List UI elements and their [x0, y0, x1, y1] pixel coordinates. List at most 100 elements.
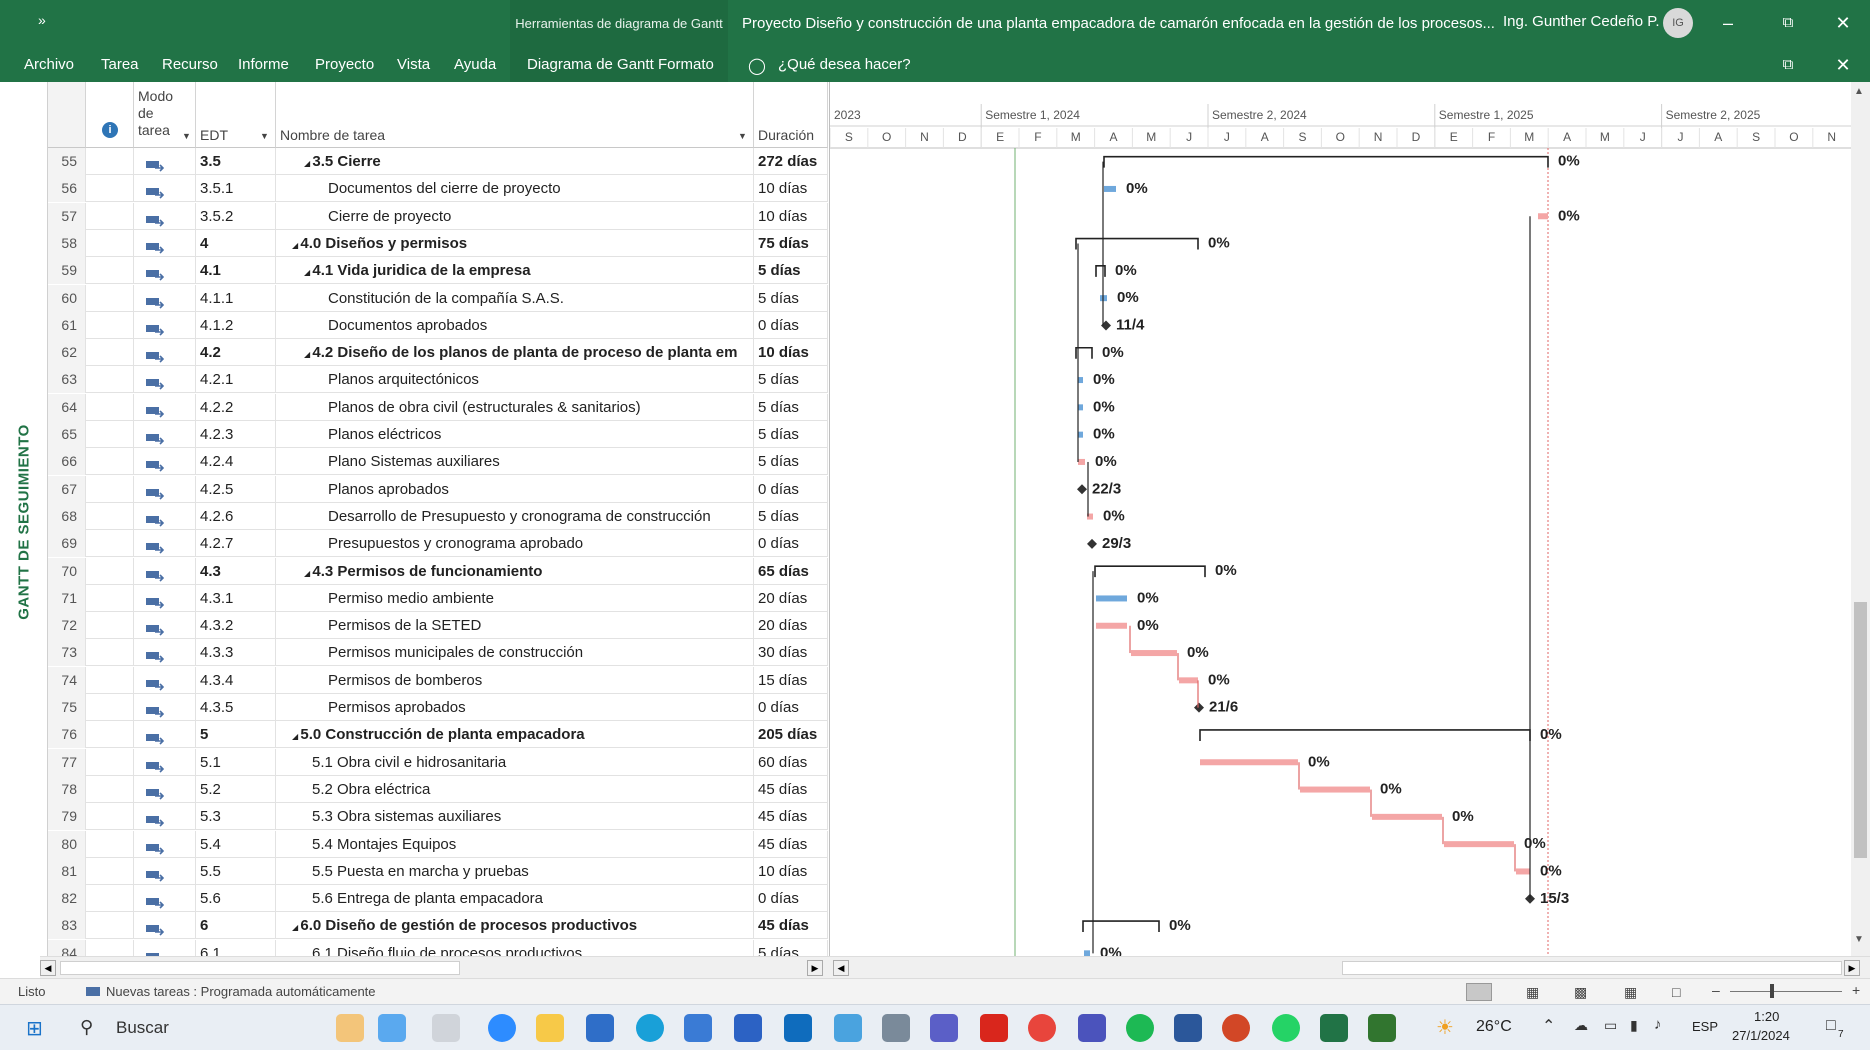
- scrollbar-thumb[interactable]: [1854, 602, 1867, 858]
- outlook-icon[interactable]: [784, 1014, 812, 1042]
- task-name-cell[interactable]: 5.3 Obra sistemas auxiliares: [276, 803, 754, 831]
- row-id[interactable]: 69: [48, 530, 86, 558]
- chevron-up-icon[interactable]: ⌃: [1542, 1016, 1555, 1036]
- mode-cell[interactable]: [134, 830, 196, 858]
- mode-cell[interactable]: [134, 229, 196, 257]
- restore-button[interactable]: ⧉: [1765, 8, 1811, 38]
- mode-cell[interactable]: [134, 666, 196, 694]
- scroll-up-icon[interactable]: ▲: [1854, 86, 1864, 97]
- calculator-icon[interactable]: [882, 1014, 910, 1042]
- duration-cell[interactable]: 205 días: [754, 721, 828, 749]
- task-name-cell[interactable]: Planos aprobados: [276, 475, 754, 503]
- whatsapp-icon[interactable]: [1272, 1014, 1300, 1042]
- duration-cell[interactable]: 5 días: [754, 502, 828, 530]
- excel-icon[interactable]: [1320, 1014, 1348, 1042]
- tab-ayuda[interactable]: Ayuda: [454, 56, 496, 73]
- duration-cell[interactable]: 10 días: [754, 339, 828, 367]
- info-cell[interactable]: [86, 557, 134, 585]
- row-id[interactable]: 68: [48, 502, 86, 530]
- duration-cell[interactable]: 20 días: [754, 584, 828, 612]
- spotify-icon[interactable]: [1126, 1014, 1154, 1042]
- row-id[interactable]: 70: [48, 557, 86, 585]
- edt-cell[interactable]: 4.2.3: [196, 421, 276, 448]
- row-header-corner[interactable]: [48, 82, 86, 148]
- info-cell[interactable]: [86, 475, 134, 503]
- info-cell[interactable]: [86, 857, 134, 885]
- info-cell[interactable]: [86, 530, 134, 558]
- duration-cell[interactable]: 10 días: [754, 175, 828, 203]
- duration-cell[interactable]: 5 días: [754, 421, 828, 448]
- scroll-down-icon[interactable]: ▼: [1854, 934, 1864, 945]
- zoom-in-icon[interactable]: +: [1852, 982, 1860, 998]
- duration-cell[interactable]: 45 días: [754, 830, 828, 858]
- row-id[interactable]: 77: [48, 748, 86, 776]
- table-row[interactable]: 70 4.3 ◢ 4.3 Permisos de funcionamiento 65 …: [48, 557, 828, 585]
- info-cell[interactable]: [86, 393, 134, 421]
- edt-cell[interactable]: 6.1: [196, 939, 276, 956]
- table-row[interactable]: 84 6.1 6.1 Diseño flujo de procesos produc…: [48, 939, 828, 956]
- edt-cell[interactable]: 5.2: [196, 775, 276, 803]
- edt-cell[interactable]: 4.2.5: [196, 475, 276, 503]
- table-row[interactable]: 77 5.1 5.1 Obra civil e hidrosanitaria 60 d…: [48, 748, 828, 776]
- table-row[interactable]: 82 5.6 5.6 Entrega de planta empacadora 0 d…: [48, 885, 828, 913]
- tab-recurso[interactable]: Recurso: [162, 56, 218, 73]
- edt-cell[interactable]: 4.3.3: [196, 639, 276, 667]
- duration-cell[interactable]: 10 días: [754, 202, 828, 230]
- duration-cell[interactable]: 5 días: [754, 366, 828, 394]
- photos-icon[interactable]: [834, 1014, 862, 1042]
- duration-cell[interactable]: 5 días: [754, 284, 828, 312]
- task-name-cell[interactable]: 5.5 Puesta en marcha y pruebas: [276, 857, 754, 885]
- edt-cell[interactable]: 5.1: [196, 748, 276, 776]
- ribbon-close-button[interactable]: ✕: [1820, 50, 1866, 80]
- table-row[interactable]: 65 4.2.3 Planos eléctricos 5 días: [48, 421, 828, 448]
- info-cell[interactable]: [86, 939, 134, 956]
- teams-icon[interactable]: [930, 1014, 958, 1042]
- table-row[interactable]: 55 3.5 ◢ 3.5 Cierre 272 días: [48, 148, 828, 175]
- todo-icon[interactable]: [684, 1014, 712, 1042]
- row-id[interactable]: 76: [48, 721, 86, 749]
- task-name-cell[interactable]: Permisos de bomberos: [276, 666, 754, 694]
- task-name-cell[interactable]: Presupuestos y cronograma aprobado: [276, 530, 754, 558]
- mode-cell[interactable]: [134, 912, 196, 940]
- task-name-cell[interactable]: 6.1 Diseño flujo de procesos productivos: [276, 939, 754, 956]
- notification-icon[interactable]: □: [1826, 1017, 1836, 1035]
- info-cell[interactable]: [86, 229, 134, 257]
- task-name-cell[interactable]: ◢ 4.2 Diseño de los planos de planta de …: [276, 339, 754, 367]
- table-row[interactable]: 68 4.2.6 Desarrollo de Presupuesto y crono…: [48, 502, 828, 530]
- info-cell[interactable]: [86, 502, 134, 530]
- clock-date[interactable]: 27/1/2024: [1732, 1028, 1790, 1043]
- windows-start-icon[interactable]: ⊞: [26, 1016, 43, 1041]
- zoom-slider[interactable]: [1730, 991, 1842, 992]
- task-name-cell[interactable]: Documentos aprobados: [276, 311, 754, 339]
- task-name-cell[interactable]: Permisos de la SETED: [276, 612, 754, 640]
- mode-cell[interactable]: [134, 175, 196, 203]
- zoom-slider-thumb[interactable]: [1770, 984, 1774, 998]
- tab-archivo[interactable]: Archivo: [24, 56, 74, 73]
- name-column-header[interactable]: Nombre de tarea ▼: [276, 82, 754, 148]
- row-id[interactable]: 63: [48, 366, 86, 394]
- zoom-out-icon[interactable]: –: [1712, 982, 1720, 998]
- tab-tarea[interactable]: Tarea: [101, 56, 139, 73]
- row-id[interactable]: 84: [48, 939, 86, 956]
- info-cell[interactable]: [86, 339, 134, 367]
- zoom-app-icon[interactable]: [488, 1014, 516, 1042]
- task-name-cell[interactable]: ◢ 6.0 Diseño de gestión de procesos prod…: [276, 912, 754, 940]
- info-cell[interactable]: [86, 775, 134, 803]
- info-cell[interactable]: [86, 257, 134, 285]
- row-id[interactable]: 78: [48, 775, 86, 803]
- gantt-chart[interactable]: 2023 Semestre 1, 2024 Semestre 2, 2024 Seme…: [829, 82, 1851, 956]
- info-cell[interactable]: [86, 639, 134, 667]
- info-cell[interactable]: [86, 175, 134, 203]
- duration-cell[interactable]: 75 días: [754, 229, 828, 257]
- mode-cell[interactable]: [134, 885, 196, 913]
- task-view-icon[interactable]: [432, 1014, 460, 1042]
- mode-cell[interactable]: [134, 775, 196, 803]
- mode-cell[interactable]: [134, 530, 196, 558]
- task-name-cell[interactable]: Permisos municipales de construcción: [276, 639, 754, 667]
- duration-cell[interactable]: 5 días: [754, 448, 828, 476]
- info-column-header[interactable]: i: [86, 82, 134, 148]
- row-id[interactable]: 67: [48, 475, 86, 503]
- tab-proyecto[interactable]: Proyecto: [315, 56, 374, 73]
- row-id[interactable]: 81: [48, 857, 86, 885]
- duration-cell[interactable]: 5 días: [754, 939, 828, 956]
